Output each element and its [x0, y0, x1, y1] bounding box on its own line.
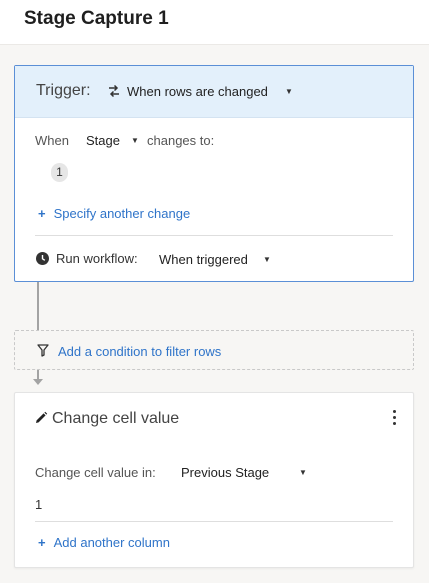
change-cell-label: Change cell value in:	[35, 465, 156, 480]
run-workflow-label: Run workflow:	[56, 251, 138, 266]
add-column-link-label: Add another column	[53, 535, 170, 550]
column-select[interactable]: Stage	[86, 133, 120, 148]
when-label: When	[35, 133, 69, 148]
changes-to-label: changes to:	[147, 133, 215, 148]
pencil-icon	[34, 411, 48, 425]
add-another-column-link[interactable]: + Add another column	[38, 535, 170, 550]
funnel-icon	[37, 344, 49, 357]
arrow-down-icon	[33, 379, 43, 385]
chevron-down-icon[interactable]: ▼	[131, 136, 139, 145]
plus-icon: +	[38, 206, 46, 221]
add-filter-condition-link[interactable]: Add a condition to filter rows	[58, 344, 221, 359]
specify-link-label: Specify another change	[53, 206, 191, 221]
action-title: Change cell value	[52, 410, 180, 427]
chevron-down-icon[interactable]: ▼	[263, 255, 271, 264]
filter-condition-box[interactable]: Add a condition to filter rows	[14, 330, 414, 370]
divider	[35, 521, 393, 522]
trigger-card: Trigger: When rows are changed ▼ When St…	[14, 65, 414, 282]
trigger-type-select[interactable]: When rows are changed	[127, 84, 268, 99]
plus-icon: +	[38, 535, 46, 550]
specify-another-change-link[interactable]: + Specify another change	[38, 206, 190, 221]
swap-arrows-icon	[107, 84, 121, 98]
cell-value-input[interactable]: 1	[35, 497, 42, 512]
connector-line	[37, 282, 39, 330]
chevron-down-icon[interactable]: ▼	[299, 468, 307, 477]
page-header: Stage Capture 1	[0, 0, 429, 45]
run-workflow-select[interactable]: When triggered	[159, 252, 248, 267]
target-column-select[interactable]: Previous Stage	[181, 465, 269, 480]
value-chip[interactable]: 1	[51, 163, 68, 182]
more-options-icon[interactable]	[388, 410, 400, 428]
divider	[35, 235, 393, 236]
page-title: Stage Capture 1	[24, 8, 169, 29]
action-card: Change cell value Change cell value in: …	[14, 392, 414, 568]
trigger-label: Trigger:	[36, 82, 91, 99]
chevron-down-icon[interactable]: ▼	[285, 87, 293, 96]
trigger-header: Trigger: When rows are changed ▼	[15, 66, 413, 118]
clock-icon	[36, 252, 49, 265]
